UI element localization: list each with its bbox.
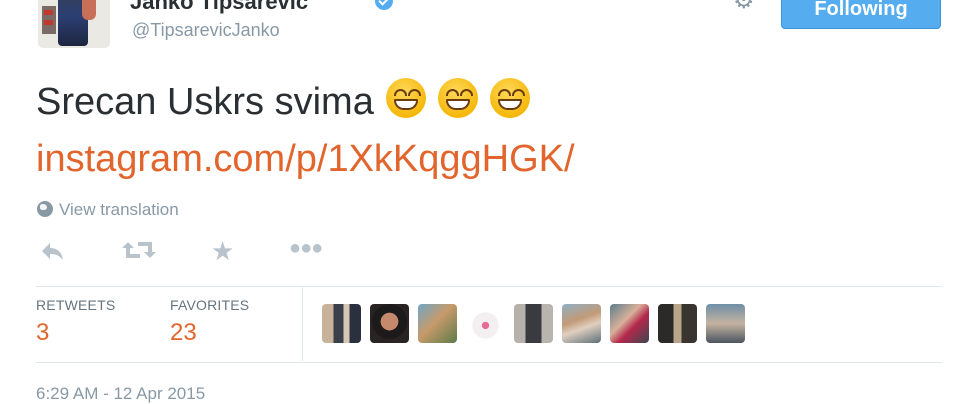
favorite-icon[interactable]: ★	[211, 238, 234, 264]
favoriter-avatar[interactable]	[658, 304, 697, 343]
profile-name[interactable]: Janko Tipsarevic	[130, 0, 308, 15]
retweets-count: 3	[36, 319, 50, 346]
profile-avatar[interactable]	[38, 0, 110, 48]
more-icon[interactable]: ●●●	[289, 236, 323, 260]
tweet-timestamp[interactable]: 6:29 AM - 12 Apr 2015	[36, 384, 205, 404]
grinning-face-emoji-icon	[489, 78, 530, 118]
emoji-group	[385, 78, 530, 125]
divider	[36, 362, 942, 363]
reply-icon[interactable]	[40, 241, 66, 268]
retweets-label: RETWEETS	[36, 297, 116, 313]
view-translation-link[interactable]: View translation	[37, 200, 179, 220]
favoriter-avatar[interactable]	[370, 304, 409, 343]
favoriter-avatars	[322, 304, 745, 343]
divider	[36, 286, 942, 287]
verified-badge-icon	[375, 0, 393, 10]
avatar-figure-arm	[82, 0, 96, 20]
favoriter-avatar[interactable]	[466, 304, 505, 343]
avatar-figure-accent	[44, 10, 53, 15]
retweet-icon[interactable]	[122, 238, 156, 265]
globe-icon	[37, 201, 53, 217]
tweet-text: Srecan Uskrs svima	[36, 78, 530, 125]
stats-divider	[302, 287, 303, 361]
favoriter-avatar[interactable]	[562, 304, 601, 343]
instagram-link[interactable]: instagram.com/p/1XkKqggHGK/	[36, 136, 575, 182]
favoriter-avatar[interactable]	[418, 304, 457, 343]
view-translation-label: View translation	[59, 200, 179, 219]
favoriter-avatar[interactable]	[610, 304, 649, 343]
gear-icon[interactable]: ⚙	[733, 0, 759, 14]
favorites-label: FAVORITES	[170, 297, 250, 313]
grinning-face-emoji-icon	[385, 78, 426, 118]
favorites-count: 23	[170, 319, 197, 346]
retweets-stat[interactable]: RETWEETS 3	[36, 297, 115, 347]
favoriter-avatar[interactable]	[514, 304, 553, 343]
profile-handle[interactable]: @TipsarevicJanko	[132, 20, 280, 41]
avatar-figure-accent	[44, 20, 53, 25]
favorites-stat[interactable]: FAVORITES 23	[170, 297, 249, 347]
following-button[interactable]: Following	[781, 0, 941, 29]
tweet-text-content: Srecan Uskrs svima	[36, 81, 374, 123]
favoriter-avatar[interactable]	[706, 304, 745, 343]
favoriter-avatar[interactable]	[322, 304, 361, 343]
grinning-face-emoji-icon	[437, 78, 478, 118]
